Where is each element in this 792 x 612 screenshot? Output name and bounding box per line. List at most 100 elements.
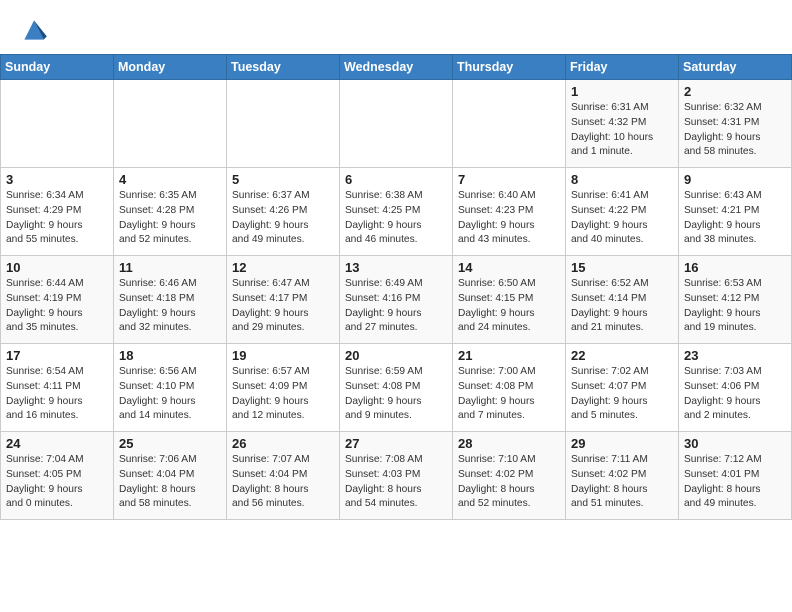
day-number: 18 [119,348,221,363]
day-info: Sunrise: 7:00 AM Sunset: 4:08 PM Dayligh… [458,365,560,424]
calendar-cell: 10Sunrise: 6:44 AM Sunset: 4:19 PM Dayli… [1,256,114,344]
day-number: 5 [232,172,334,187]
calendar-week-row: 1Sunrise: 6:31 AM Sunset: 4:32 PM Daylig… [1,80,792,168]
day-info: Sunrise: 7:08 AM Sunset: 4:03 PM Dayligh… [345,453,447,512]
calendar-cell: 18 Sunrise: 6:56 AM Sunset: 4:10 PM Dayli… [114,344,227,432]
day-of-week-header: Thursday [453,55,566,80]
day-number: 27 [345,436,447,451]
day-number: 11 [119,260,221,275]
calendar-cell [114,80,227,168]
day-number: 6 [345,172,447,187]
day-info: Sunrise: 6:35 AM Sunset: 4:28 PM Dayligh… [119,189,221,248]
day-info: Sunrise: 6:49 AM Sunset: 4:16 PM Dayligh… [345,277,447,336]
day-number: 22 [571,348,673,363]
day-info: Sunrise: 7:04 AM Sunset: 4:05 PM Dayligh… [6,453,108,512]
day-info: Sunrise: 6:50 AM Sunset: 4:15 PM Dayligh… [458,277,560,336]
day-number: 15 [571,260,673,275]
day-of-week-header: Sunday [1,55,114,80]
day-number: 29 [571,436,673,451]
calendar-cell [227,80,340,168]
day-info: Sunrise: 6:53 AM Sunset: 4:12 PM Dayligh… [684,277,786,336]
day-number: 19 [232,348,334,363]
day-number: 30 [684,436,786,451]
day-info: Sunrise: 6:56 AM Sunset: 4:10 PM Dayligh… [119,365,221,424]
day-number: 3 [6,172,108,187]
day-number: 20 [345,348,447,363]
day-info: Sunrise: 6:43 AM Sunset: 4:21 PM Dayligh… [684,189,786,248]
calendar-cell: 1Sunrise: 6:31 AM Sunset: 4:32 PM Daylig… [566,80,679,168]
day-number: 4 [119,172,221,187]
day-number: 12 [232,260,334,275]
calendar-cell: 13Sunrise: 6:49 AM Sunset: 4:16 PM Dayli… [340,256,453,344]
day-number: 17 [6,348,108,363]
calendar-cell [1,80,114,168]
calendar-cell: 27 Sunrise: 7:08 AM Sunset: 4:03 PM Dayli… [340,432,453,520]
calendar-cell: 19 Sunrise: 6:57 AM Sunset: 4:09 PM Dayli… [227,344,340,432]
day-number: 14 [458,260,560,275]
day-info: Sunrise: 6:54 AM Sunset: 4:11 PM Dayligh… [6,365,108,424]
day-number: 8 [571,172,673,187]
logo-icon [18,14,50,46]
day-of-week-header: Wednesday [340,55,453,80]
calendar-header-row: SundayMondayTuesdayWednesdayThursdayFrid… [1,55,792,80]
day-number: 25 [119,436,221,451]
day-info: Sunrise: 6:52 AM Sunset: 4:14 PM Dayligh… [571,277,673,336]
calendar-cell: 22 Sunrise: 7:02 AM Sunset: 4:07 PM Dayli… [566,344,679,432]
day-number: 1 [571,84,673,99]
day-info: Sunrise: 6:41 AM Sunset: 4:22 PM Dayligh… [571,189,673,248]
calendar-cell: 11 Sunrise: 6:46 AM Sunset: 4:18 PM Dayli… [114,256,227,344]
day-info: Sunrise: 6:37 AM Sunset: 4:26 PM Dayligh… [232,189,334,248]
day-number: 26 [232,436,334,451]
calendar-cell: 14 Sunrise: 6:50 AM Sunset: 4:15 PM Dayli… [453,256,566,344]
calendar-cell: 12 Sunrise: 6:47 AM Sunset: 4:17 PM Dayli… [227,256,340,344]
calendar-cell: 21 Sunrise: 7:00 AM Sunset: 4:08 PM Dayli… [453,344,566,432]
day-info: Sunrise: 6:32 AM Sunset: 4:31 PM Dayligh… [684,101,786,160]
calendar-cell: 9 Sunrise: 6:43 AM Sunset: 4:21 PM Daylig… [679,168,792,256]
calendar-week-row: 10Sunrise: 6:44 AM Sunset: 4:19 PM Dayli… [1,256,792,344]
calendar-cell: 4 Sunrise: 6:35 AM Sunset: 4:28 PM Daylig… [114,168,227,256]
calendar-cell: 6 Sunrise: 6:38 AM Sunset: 4:25 PM Daylig… [340,168,453,256]
calendar-cell: 2 Sunrise: 6:32 AM Sunset: 4:31 PM Daylig… [679,80,792,168]
day-info: Sunrise: 7:03 AM Sunset: 4:06 PM Dayligh… [684,365,786,424]
calendar-cell: 3Sunrise: 6:34 AM Sunset: 4:29 PM Daylig… [1,168,114,256]
day-info: Sunrise: 6:38 AM Sunset: 4:25 PM Dayligh… [345,189,447,248]
day-info: Sunrise: 7:06 AM Sunset: 4:04 PM Dayligh… [119,453,221,512]
calendar-cell: 7 Sunrise: 6:40 AM Sunset: 4:23 PM Daylig… [453,168,566,256]
day-number: 21 [458,348,560,363]
day-info: Sunrise: 6:46 AM Sunset: 4:18 PM Dayligh… [119,277,221,336]
day-info: Sunrise: 7:11 AM Sunset: 4:02 PM Dayligh… [571,453,673,512]
day-info: Sunrise: 7:02 AM Sunset: 4:07 PM Dayligh… [571,365,673,424]
day-info: Sunrise: 6:47 AM Sunset: 4:17 PM Dayligh… [232,277,334,336]
calendar-cell: 28 Sunrise: 7:10 AM Sunset: 4:02 PM Dayli… [453,432,566,520]
day-info: Sunrise: 7:07 AM Sunset: 4:04 PM Dayligh… [232,453,334,512]
day-of-week-header: Tuesday [227,55,340,80]
calendar-cell: 25 Sunrise: 7:06 AM Sunset: 4:04 PM Dayli… [114,432,227,520]
calendar-cell: 20Sunrise: 6:59 AM Sunset: 4:08 PM Dayli… [340,344,453,432]
day-info: Sunrise: 7:10 AM Sunset: 4:02 PM Dayligh… [458,453,560,512]
calendar-cell: 8 Sunrise: 6:41 AM Sunset: 4:22 PM Daylig… [566,168,679,256]
day-info: Sunrise: 7:12 AM Sunset: 4:01 PM Dayligh… [684,453,786,512]
calendar-cell: 5 Sunrise: 6:37 AM Sunset: 4:26 PM Daylig… [227,168,340,256]
calendar-cell: 24 Sunrise: 7:04 AM Sunset: 4:05 PM Dayli… [1,432,114,520]
day-number: 28 [458,436,560,451]
calendar-week-row: 3Sunrise: 6:34 AM Sunset: 4:29 PM Daylig… [1,168,792,256]
calendar-cell [453,80,566,168]
logo [18,14,54,46]
day-number: 9 [684,172,786,187]
day-number: 2 [684,84,786,99]
calendar-cell: 16Sunrise: 6:53 AM Sunset: 4:12 PM Dayli… [679,256,792,344]
calendar-cell: 29 Sunrise: 7:11 AM Sunset: 4:02 PM Dayli… [566,432,679,520]
calendar-cell: 23Sunrise: 7:03 AM Sunset: 4:06 PM Dayli… [679,344,792,432]
calendar-cell: 30 Sunrise: 7:12 AM Sunset: 4:01 PM Dayli… [679,432,792,520]
day-info: Sunrise: 6:57 AM Sunset: 4:09 PM Dayligh… [232,365,334,424]
day-of-week-header: Monday [114,55,227,80]
day-number: 24 [6,436,108,451]
day-info: Sunrise: 6:40 AM Sunset: 4:23 PM Dayligh… [458,189,560,248]
calendar-cell: 15 Sunrise: 6:52 AM Sunset: 4:14 PM Dayli… [566,256,679,344]
calendar-cell: 17 Sunrise: 6:54 AM Sunset: 4:11 PM Dayli… [1,344,114,432]
calendar: SundayMondayTuesdayWednesdayThursdayFrid… [0,54,792,520]
day-of-week-header: Saturday [679,55,792,80]
day-number: 7 [458,172,560,187]
calendar-week-row: 24 Sunrise: 7:04 AM Sunset: 4:05 PM Dayli… [1,432,792,520]
day-number: 10 [6,260,108,275]
